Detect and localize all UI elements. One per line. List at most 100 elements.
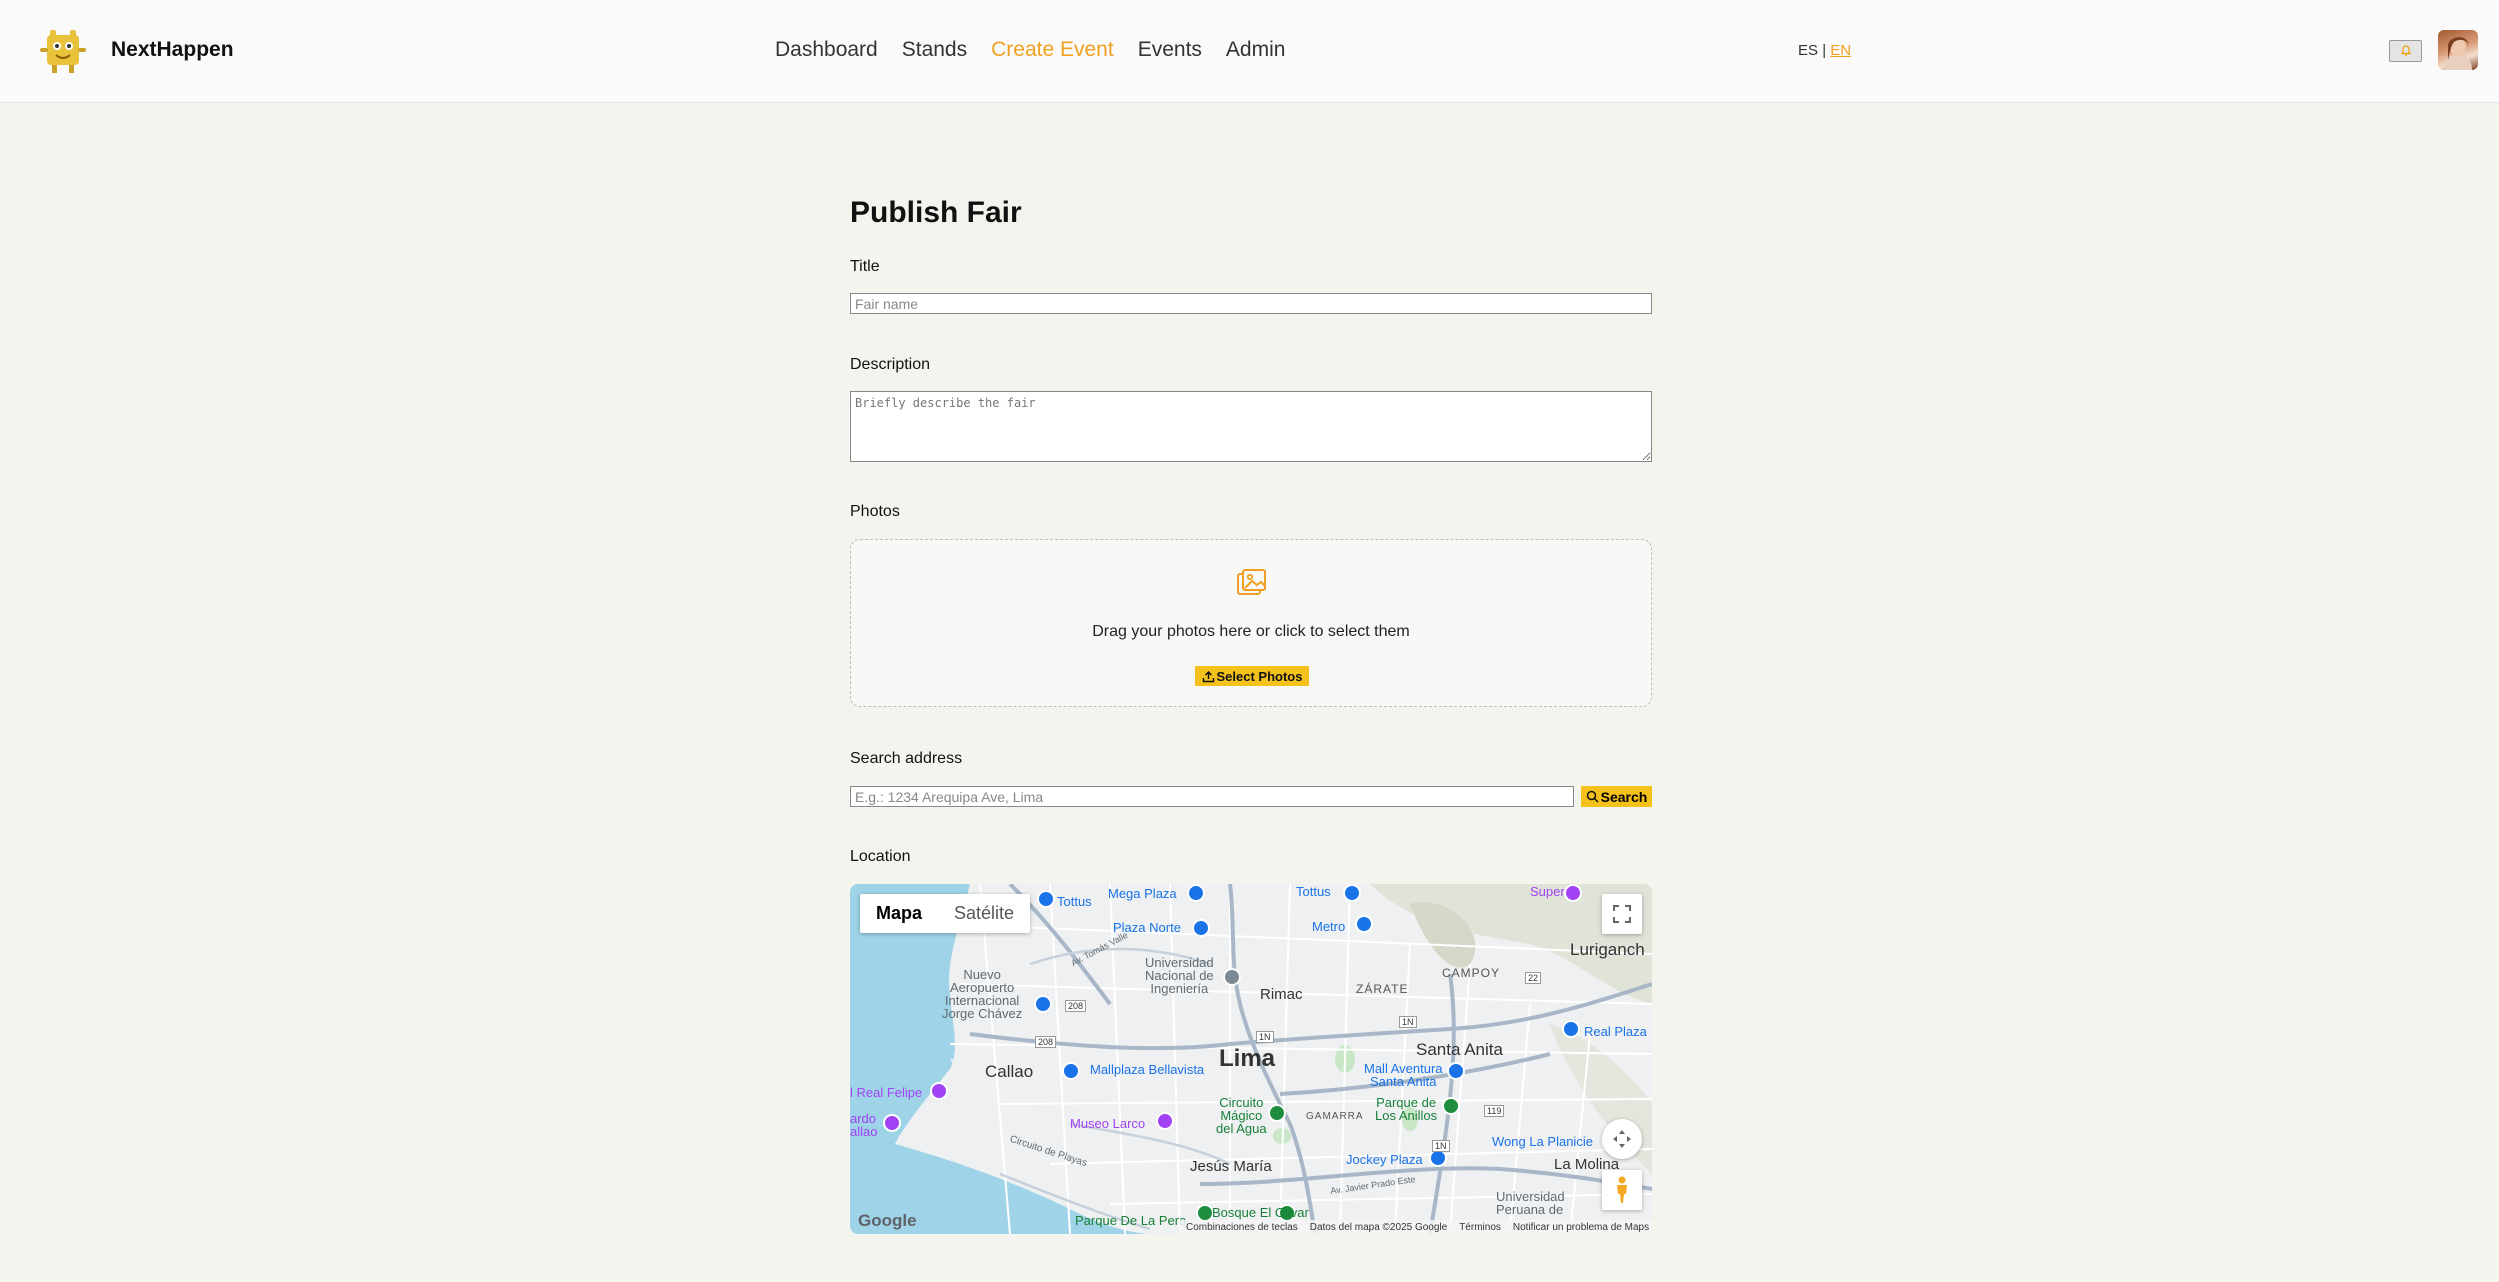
map-type-control: Mapa Satélite [860, 894, 1031, 933]
page-title: Publish Fair [850, 196, 1022, 229]
map-label-mega-plaza: Mega Plaza [1108, 886, 1177, 901]
map-label-jesus-maria: Jesús María [1190, 1158, 1272, 1175]
road-sign-1n: 1N [1256, 1031, 1274, 1043]
select-photos-button[interactable]: Select Photos [1195, 666, 1309, 686]
map-label-zarate: ZÁRATE [1356, 982, 1409, 996]
main-nav: Dashboard Stands Create Event Events Adm… [775, 38, 1285, 62]
description-label: Description [850, 356, 931, 373]
image-upload-icon [1237, 569, 1266, 595]
real-plaza-pin[interactable] [1562, 1020, 1580, 1038]
top-navbar: NextHappen Dashboard Stands Create Event… [0, 0, 2499, 103]
pan-control[interactable] [1602, 1119, 1642, 1159]
map-label-jockey: Jockey Plaza [1346, 1152, 1423, 1167]
map-label-bosque: Bosque El Olivar [1212, 1205, 1309, 1220]
search-button-label: Search [1600, 788, 1648, 805]
map-label-tottus: Tottus [1057, 894, 1092, 909]
nav-events[interactable]: Events [1138, 38, 1202, 62]
google-logo: Google [858, 1211, 917, 1230]
museum-pin[interactable] [883, 1114, 901, 1132]
address-search-input[interactable] [850, 786, 1574, 807]
search-button[interactable]: Search [1581, 786, 1652, 807]
map-label-wong: Wong La Planicie [1492, 1134, 1593, 1149]
map-label-tottus-2: Tottus [1296, 884, 1331, 899]
nav-create-event[interactable]: Create Event [991, 38, 1114, 62]
museo-larco-pin[interactable] [1156, 1112, 1174, 1130]
map-label-airport: Nuevo Aeropuerto Internacional Jorge Chá… [942, 967, 1023, 1021]
map-label-uni: Universidad Nacional de Ingeniería [1145, 955, 1214, 996]
pan-control-icon [1613, 1130, 1631, 1148]
road-sign-119: 119 [1484, 1105, 1505, 1117]
lang-separator: | [1822, 42, 1827, 59]
lang-es[interactable]: ES [1798, 42, 1818, 59]
brand-name[interactable]: NextHappen [111, 38, 234, 62]
map-type-satellite-button[interactable]: Satélite [938, 894, 1030, 933]
street-view-pegman[interactable] [1602, 1170, 1642, 1210]
road-sign-1n-3: 1N [1432, 1140, 1450, 1152]
road-sign-208: 208 [1065, 1000, 1087, 1012]
tottus-pin[interactable] [1037, 890, 1055, 908]
nav-dashboard[interactable]: Dashboard [775, 38, 878, 62]
tottus-2-pin[interactable] [1343, 884, 1361, 902]
nav-stands[interactable]: Stands [902, 38, 967, 62]
pegman-icon [1617, 1176, 1627, 1203]
nav-admin[interactable]: Admin [1226, 38, 1286, 62]
dropzone-text: Drag your photos here or click to select… [1092, 623, 1410, 640]
real-felipe-pin[interactable] [930, 1082, 948, 1100]
map-label-circuito: Circuito Mágico del Agua [1216, 1095, 1267, 1136]
map-attribution: Combinaciones de teclas Datos del mapa ©… [1178, 1220, 1652, 1234]
keyboard-shortcuts-link[interactable]: Combinaciones de teclas [1186, 1222, 1298, 1233]
super-pin[interactable] [1564, 884, 1582, 902]
search-address-label: Search address [850, 750, 963, 767]
map-data-text: Datos del mapa ©2025 Google [1309, 1221, 1448, 1233]
mall-aventura-pin[interactable] [1447, 1062, 1465, 1080]
avatar[interactable] [2438, 30, 2478, 70]
map-label-santa-anita: Santa Anita [1416, 1040, 1503, 1059]
map-label-ardo: ardo allao [850, 1111, 878, 1139]
road-sign-208b: 208 [1035, 1036, 1057, 1048]
mega-plaza-pin[interactable] [1187, 884, 1205, 902]
select-photos-label: Select Photos [1216, 668, 1303, 684]
map-label-univ-peruana: Universidad Peruana de [1496, 1189, 1565, 1217]
location-map[interactable]: Lima Callao Rimac Santa Anita Luriganch … [850, 884, 1652, 1234]
map-type-map-button[interactable]: Mapa [860, 894, 938, 933]
plaza-norte-pin[interactable] [1192, 919, 1210, 937]
title-input[interactable] [850, 293, 1652, 314]
map-label-museo-larco: Museo Larco [1070, 1116, 1146, 1131]
map-label-lurigancho: Luriganch [1570, 940, 1645, 959]
map-label-parque-pera: Parque De La Pera [1075, 1213, 1187, 1228]
map-label-gamarra: GAMARRA [1306, 1111, 1364, 1122]
bell-icon [2400, 45, 2411, 56]
logo-mascot-icon[interactable] [38, 26, 88, 76]
lang-en[interactable]: EN [1830, 42, 1851, 59]
location-label: Location [850, 848, 911, 865]
mallplaza-pin[interactable] [1062, 1062, 1080, 1080]
map-label-lima: Lima [1219, 1045, 1276, 1072]
map-label-real-plaza: Real Plaza [1584, 1024, 1647, 1039]
photo-dropzone[interactable]: Drag your photos here or click to select… [850, 539, 1652, 707]
map-label-rimac: Rimac [1260, 986, 1303, 1003]
fullscreen-button[interactable] [1602, 894, 1642, 934]
upload-icon [1202, 670, 1214, 682]
description-textarea[interactable] [850, 391, 1652, 462]
map-label-real-felipe: l Real Felipe [850, 1085, 923, 1100]
metro-pin[interactable] [1355, 915, 1373, 933]
road-sign-1n-2: 1N [1399, 1016, 1417, 1028]
map-label-mall-aventura: Mall Aventura Santa Anita [1364, 1061, 1443, 1089]
photos-label: Photos [850, 503, 900, 520]
title-label: Title [850, 258, 880, 275]
notifications-button[interactable] [2389, 40, 2422, 62]
airport-pin[interactable] [1034, 995, 1052, 1013]
road-sign-22: 22 [1525, 972, 1542, 984]
report-problem-link[interactable]: Notificar un problema de Maps [1513, 1222, 1649, 1233]
circuito-pin[interactable] [1268, 1104, 1286, 1122]
fullscreen-icon [1613, 905, 1631, 923]
terms-link[interactable]: Términos [1459, 1222, 1501, 1233]
language-switcher: ES | EN [1798, 42, 1851, 59]
parque-anillos-pin[interactable] [1442, 1097, 1460, 1115]
map-label-campoy: CAMPOY [1442, 966, 1501, 980]
map-label-super: Super [1530, 884, 1565, 899]
uni-pin[interactable] [1223, 968, 1241, 986]
map-label-mallplaza: Mallplaza Bellavista [1090, 1062, 1205, 1077]
search-icon [1586, 790, 1599, 803]
map-label-parque-anillos: Parque de Los Anillos [1375, 1095, 1438, 1123]
